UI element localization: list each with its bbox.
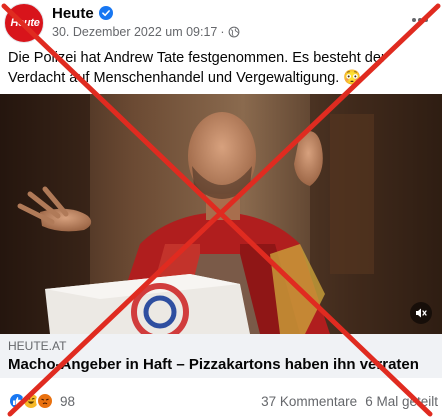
post-footer: 98 37 Kommentare 6 Mal geteilt [0,386,442,412]
page-avatar[interactable]: Heute [4,3,44,43]
verified-badge-icon [98,6,113,20]
post-timestamp[interactable]: 30. Dezember 2022 um 09:17 [52,25,217,39]
reactions-summary[interactable]: 98 [8,392,75,410]
more-options-button[interactable] [408,8,432,32]
facebook-post: Heute Heute 30. Dezember 2022 um 09:17 · [0,0,442,417]
link-title[interactable]: Macho-Angeber in Haft – Pizzakartons hab… [8,356,419,373]
link-domain: HEUTE.AT [8,339,67,353]
shares-count-link[interactable]: 6 Mal geteilt [365,394,438,409]
video-frame-image [0,94,442,334]
reaction-count: 98 [60,393,76,409]
comments-count-link[interactable]: 37 Kommentare [261,394,357,409]
meta-separator: · [220,25,225,39]
engagement-counts: 37 Kommentare 6 Mal geteilt [261,394,438,409]
page-name-link[interactable]: Heute [52,5,94,22]
more-options-icon [412,18,428,22]
page-name-row: Heute [52,4,113,22]
angry-icon [36,392,54,410]
post-header: Heute Heute 30. Dezember 2022 um 09:17 · [0,0,442,44]
mute-button[interactable] [410,302,432,324]
avatar-logo-text: Heute [10,17,40,29]
speaker-muted-icon [416,308,427,318]
globe-icon[interactable] [228,26,240,38]
video-player[interactable] [0,94,442,334]
post-caption: Die Polizei hat Andrew Tate festgenommen… [8,50,386,86]
post-meta: 30. Dezember 2022 um 09:17 · [52,24,240,40]
link-preview[interactable]: HEUTE.AT Macho-Angeber in Haft – Pizzaka… [0,334,442,378]
